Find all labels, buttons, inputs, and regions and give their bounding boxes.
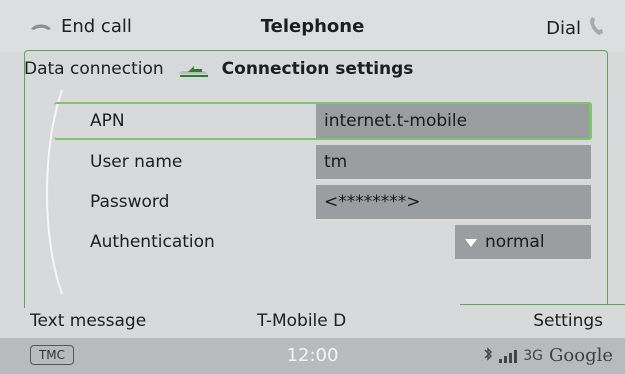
dial-button[interactable]: Dial [546, 16, 603, 41]
tab-text-message[interactable]: Text message [30, 304, 146, 338]
subheader: Data connection Connection settings [24, 52, 608, 86]
hang-up-icon [30, 16, 52, 37]
signal-strength-icon [499, 349, 518, 363]
tab-network[interactable]: T-Mobile D [257, 304, 346, 338]
telephone-screen: End call Telephone Dial Data connection … [0, 0, 625, 374]
apn-row[interactable]: APN internet.t-mobile [66, 104, 592, 138]
end-call-button[interactable]: End call [30, 16, 132, 37]
tab-settings[interactable]: Settings [533, 304, 603, 338]
network-type: 3G [523, 347, 544, 364]
authentication-label: Authentication [90, 232, 215, 252]
username-row[interactable]: User name tm [66, 145, 592, 179]
section-title: Connection settings [221, 59, 414, 79]
status-bar: TMC 12:00 3G Google [0, 338, 625, 374]
bottom-tabs: Text message T-Mobile D Settings [0, 304, 625, 338]
authentication-select[interactable]: normal [455, 225, 591, 259]
username-field[interactable]: tm [316, 145, 591, 179]
apn-field[interactable]: internet.t-mobile [316, 104, 591, 138]
dial-label: Dial [546, 18, 581, 39]
authentication-row[interactable]: Authentication normal [66, 225, 592, 259]
bluetooth-icon [483, 346, 493, 365]
settings-panel [24, 50, 608, 308]
password-row[interactable]: Password <********> [66, 185, 592, 219]
end-call-label: End call [61, 16, 132, 37]
top-bar: End call Telephone Dial [0, 0, 625, 52]
status-indicators: 3G Google [483, 345, 613, 366]
authentication-value: normal [485, 232, 545, 252]
password-label: Password [90, 192, 170, 212]
back-arrow-icon [176, 61, 210, 77]
phone-icon [589, 16, 603, 41]
google-logo: Google [549, 345, 613, 366]
password-field[interactable]: <********> [316, 185, 591, 219]
username-label: User name [90, 152, 183, 172]
apn-label: APN [90, 111, 125, 131]
breadcrumb-data-connection[interactable]: Data connection [24, 59, 164, 79]
dropdown-triangle-icon [465, 232, 477, 252]
